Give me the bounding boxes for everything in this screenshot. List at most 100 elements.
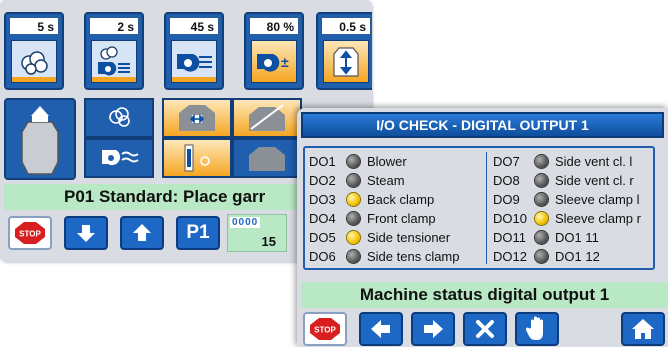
digital-output-list: DO1 Blower DO2 Steam DO3 Back clamp DO4 Front c…	[303, 146, 655, 270]
cancel-button[interactable]	[463, 312, 507, 346]
tile-value: 0.5 s	[321, 17, 371, 35]
status-led-icon	[535, 212, 548, 225]
status-led-icon	[347, 231, 360, 244]
steam-function-button[interactable]	[84, 98, 154, 138]
press-position-button[interactable]	[4, 98, 76, 180]
io-check-dialog: I/O CHECK - DIGITAL OUTPUT 1 DO1 Blower DO…	[297, 108, 668, 347]
tile-value: 2 s	[89, 17, 139, 35]
output-label: Back clamp	[367, 192, 435, 207]
garment-press-button[interactable]	[232, 138, 302, 178]
hand-icon	[526, 316, 543, 340]
output-label: Side tensioner	[367, 230, 451, 245]
steam-time-tile[interactable]: 5 s	[4, 12, 64, 90]
output-label: DO1 12	[555, 249, 600, 264]
stretch-time-tile[interactable]: 0.5 s	[316, 12, 372, 90]
output-label: Side tens clamp	[367, 249, 460, 264]
output-row[interactable]: DO12 DO1 12	[493, 247, 641, 266]
output-code: DO3	[309, 192, 336, 207]
blower-icon	[171, 40, 217, 83]
home-icon	[632, 319, 654, 339]
output-label: Blower	[367, 154, 407, 169]
status-led-icon	[347, 174, 360, 187]
output-row[interactable]: DO4 Front clamp	[309, 209, 460, 228]
output-code: DO10	[493, 211, 527, 226]
output-code: DO9	[493, 192, 520, 207]
arrow-up-icon	[133, 224, 151, 241]
manual-mode-button[interactable]	[515, 312, 559, 346]
output-column-left: DO1 Blower DO2 Steam DO3 Back clamp DO4 Front c…	[309, 152, 460, 266]
column-divider	[486, 152, 487, 264]
stop-button[interactable]: STOP	[303, 312, 347, 346]
status-led-icon	[347, 155, 360, 168]
side-tension-button[interactable]	[162, 98, 232, 138]
arrow-left-icon	[371, 320, 390, 338]
blower-function-button[interactable]	[84, 138, 154, 178]
scroll-down-button[interactable]	[64, 216, 108, 250]
output-code: DO4	[309, 211, 336, 226]
home-button[interactable]	[621, 312, 665, 346]
svg-text:STOP: STOP	[314, 326, 336, 335]
close-icon	[476, 320, 494, 338]
output-row[interactable]: DO11 DO1 11	[493, 228, 641, 247]
output-code: DO12	[493, 249, 527, 264]
output-label: Steam	[367, 173, 405, 188]
status-led-icon	[535, 193, 548, 206]
output-code: DO2	[309, 173, 336, 188]
arrow-down-icon	[77, 225, 95, 242]
output-column-right: DO7 Side vent cl. l DO8 Side vent cl. r DO9 S…	[493, 152, 641, 266]
blower-steam-icon	[91, 40, 137, 83]
status-led-icon	[535, 250, 548, 263]
svg-text:±: ±	[281, 54, 289, 70]
machine-status-bar: Machine status digital output 1	[301, 282, 668, 308]
stop-icon: STOP	[310, 318, 340, 340]
output-code: DO11	[493, 230, 526, 245]
output-row[interactable]: DO5 Side tensioner	[309, 228, 460, 247]
output-row[interactable]: DO7 Side vent cl. l	[493, 152, 641, 171]
output-label: Sleeve clamp l	[555, 192, 640, 207]
tile-value: 45 s	[169, 17, 219, 35]
steam-cloud-icon	[11, 40, 57, 83]
output-code: DO7	[493, 154, 520, 169]
output-label: Front clamp	[367, 211, 436, 226]
previous-page-button[interactable]	[359, 312, 403, 346]
output-row[interactable]: DO1 Blower	[309, 152, 460, 171]
output-code: DO1	[309, 154, 336, 169]
output-row[interactable]: DO2 Steam	[309, 171, 460, 190]
output-row[interactable]: DO3 Back clamp	[309, 190, 460, 209]
status-led-icon	[347, 250, 360, 263]
svg-text:STOP: STOP	[19, 230, 41, 239]
blower-steam-time-tile[interactable]: 2 s	[84, 12, 144, 90]
arrow-right-icon	[424, 320, 443, 338]
output-label: Sleeve clamp r	[555, 211, 641, 226]
output-label: DO1 11	[555, 230, 599, 245]
status-led-icon	[535, 231, 548, 244]
output-row[interactable]: DO9 Sleeve clamp l	[493, 190, 641, 209]
front-clamp-button[interactable]	[232, 98, 302, 138]
stop-button[interactable]: STOP	[8, 216, 52, 250]
output-row[interactable]: DO8 Side vent cl. r	[493, 171, 641, 190]
sleeve-clamp-button[interactable]	[162, 138, 232, 178]
program-select-button[interactable]: P1	[176, 216, 220, 250]
garment-vertical-stretch-icon	[323, 40, 369, 83]
blower-adjust-icon: ±	[251, 40, 297, 83]
tile-value: 5 s	[9, 17, 59, 35]
status-led-icon	[535, 155, 548, 168]
next-page-button[interactable]	[411, 312, 455, 346]
output-code: DO5	[309, 230, 336, 245]
piece-counter: 0000 15	[227, 214, 287, 252]
output-label: Side vent cl. l	[555, 154, 633, 169]
output-row[interactable]: DO10 Sleeve clamp r	[493, 209, 641, 228]
counter-digits: 0000	[230, 217, 261, 228]
blower-power-tile[interactable]: 80 % ±	[244, 12, 304, 90]
status-led-icon	[347, 212, 360, 225]
tile-value: 80 %	[249, 17, 299, 35]
stop-icon: STOP	[15, 222, 45, 244]
status-led-icon	[535, 174, 548, 187]
scroll-up-button[interactable]	[120, 216, 164, 250]
output-code: DO8	[493, 173, 520, 188]
output-code: DO6	[309, 249, 336, 264]
status-led-icon	[347, 193, 360, 206]
output-row[interactable]: DO6 Side tens clamp	[309, 247, 460, 266]
blower-time-tile[interactable]: 45 s	[164, 12, 224, 90]
dialog-title: I/O CHECK - DIGITAL OUTPUT 1	[301, 112, 664, 138]
